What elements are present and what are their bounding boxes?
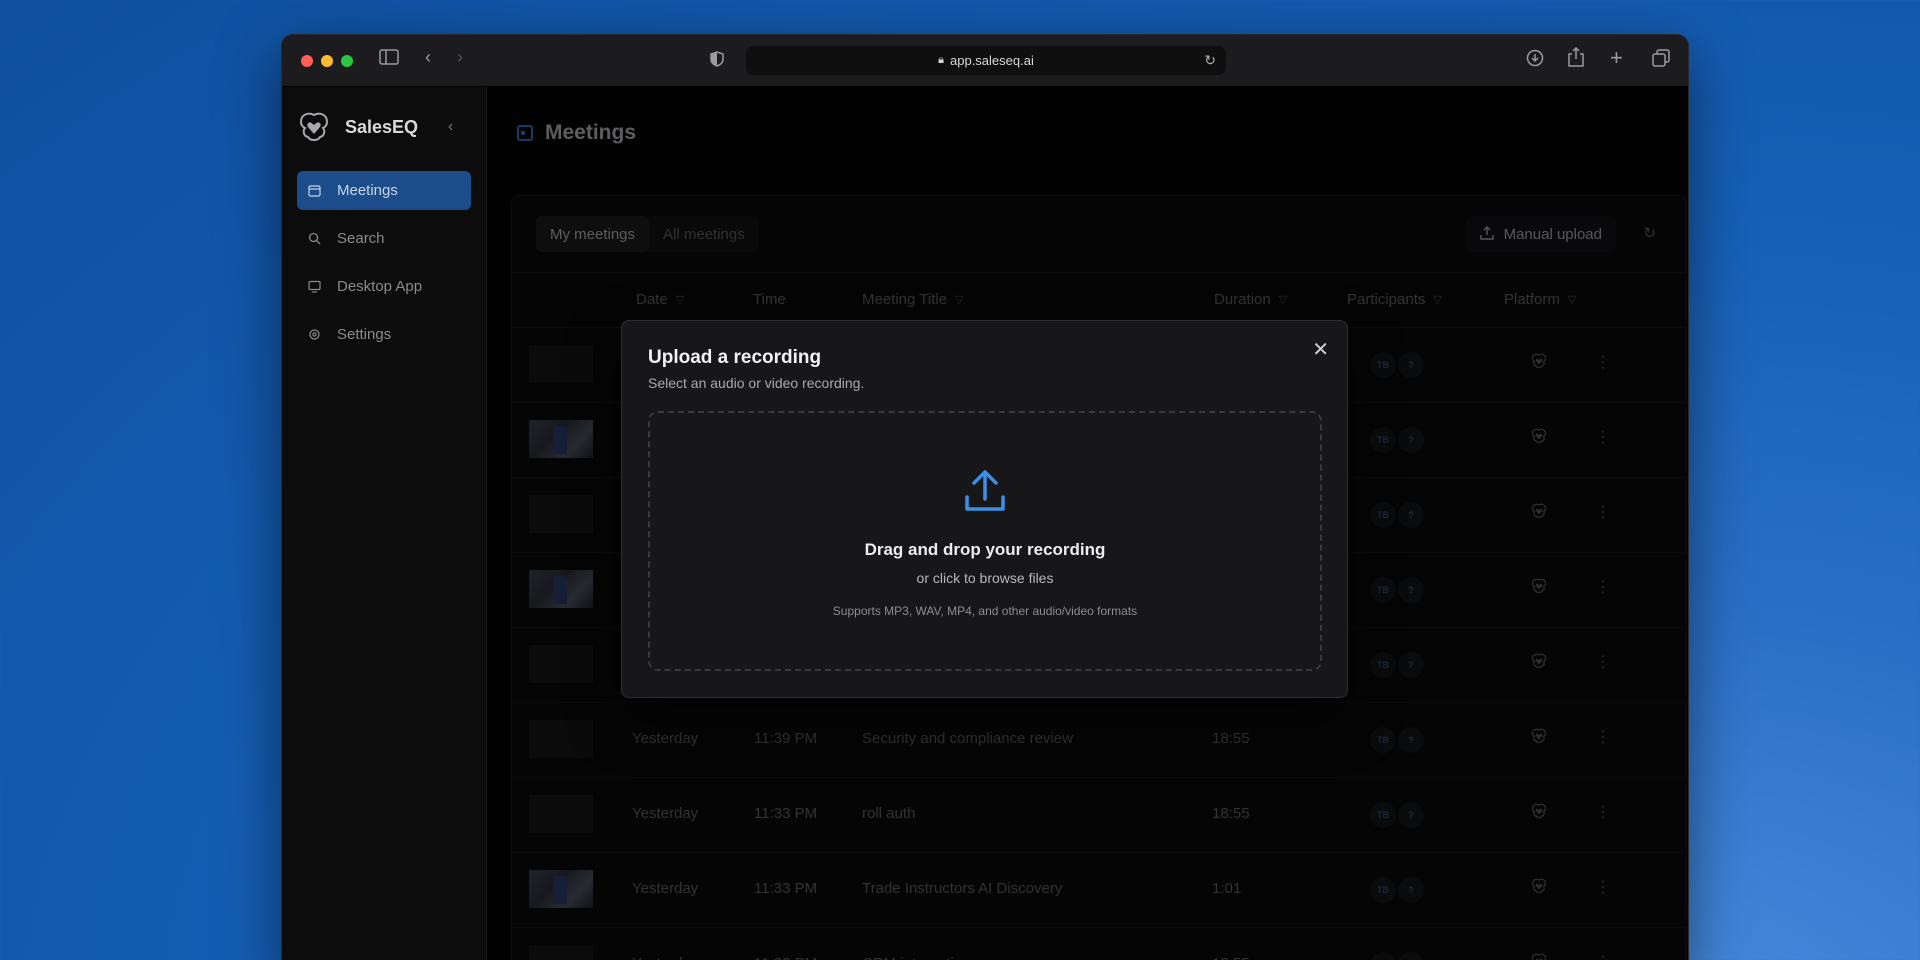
window-controls	[301, 54, 353, 67]
new-tab-icon[interactable]: +	[1610, 45, 1623, 71]
file-dropzone[interactable]: Drag and drop your recording or click to…	[648, 411, 1322, 671]
calendar-icon	[307, 184, 321, 198]
upload-modal: Upload a recording Select an audio or vi…	[621, 320, 1348, 698]
brand: SalesEQ ‹	[282, 87, 486, 147]
dropzone-title: Drag and drop your recording	[864, 540, 1106, 559]
sidebar-item-settings[interactable]: Settings	[297, 315, 471, 354]
dropzone-subtitle: or click to browse files	[916, 570, 1054, 586]
sidebar-item-meetings[interactable]: Meetings	[297, 171, 471, 210]
downloads-icon[interactable]	[1526, 49, 1544, 72]
url-text: app.saleseq.ai	[950, 53, 1034, 68]
address-bar[interactable]: 🔒︎ app.saleseq.ai ↻	[746, 46, 1226, 75]
zoom-window-button[interactable]	[341, 54, 353, 67]
shield-icon[interactable]	[710, 51, 724, 72]
lock-icon: 🔒︎	[938, 54, 944, 66]
modal-title: Upload a recording	[648, 347, 822, 368]
sidebar: SalesEQ ‹ Meetings Search Desktop App Se…	[282, 87, 487, 960]
gear-icon	[307, 328, 321, 342]
search-icon	[307, 232, 321, 246]
forward-icon[interactable]: ›	[457, 47, 463, 68]
sidebar-item-desktop-app[interactable]: Desktop App	[297, 267, 471, 306]
collapse-sidebar-icon[interactable]: ‹	[448, 118, 453, 136]
sidebar-item-search[interactable]: Search	[297, 219, 471, 258]
browser-toolbar: ‹ › 🔒︎ app.saleseq.ai ↻ +	[282, 35, 1688, 87]
saleseq-logo-icon	[299, 112, 329, 141]
close-window-button[interactable]	[301, 54, 313, 67]
sidebar-item-label: Desktop App	[337, 278, 423, 295]
tab-overview-icon[interactable]	[1652, 49, 1670, 72]
sidebar-nav: Meetings Search Desktop App Settings	[282, 171, 486, 354]
modal-subtitle: Select an audio or video recording.	[648, 375, 865, 391]
dropzone-note: Supports MP3, WAV, MP4, and other audio/…	[832, 604, 1138, 618]
monitor-icon	[307, 280, 321, 294]
share-icon[interactable]	[1568, 46, 1584, 72]
sidebar-item-label: Meetings	[337, 182, 398, 199]
upload-icon	[965, 470, 1005, 511]
sidebar-item-label: Settings	[337, 326, 392, 343]
brand-name: SalesEQ	[345, 116, 419, 137]
sidebar-toggle-icon[interactable]	[379, 49, 399, 70]
back-icon[interactable]: ‹	[425, 47, 431, 68]
sidebar-item-label: Search	[337, 230, 385, 247]
minimize-window-button[interactable]	[321, 54, 333, 67]
reload-icon[interactable]: ↻	[1204, 52, 1216, 69]
close-icon[interactable]: ✕	[1312, 337, 1329, 362]
